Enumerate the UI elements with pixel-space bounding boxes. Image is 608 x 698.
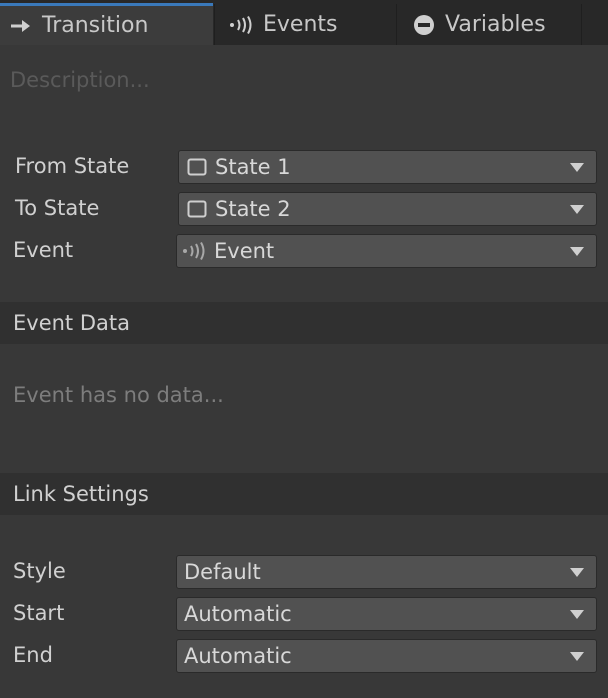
event-value: Event bbox=[214, 239, 275, 263]
start-row: Start Automatic bbox=[0, 596, 608, 632]
broadcast-icon bbox=[229, 15, 253, 34]
chevron-down-icon bbox=[570, 247, 584, 256]
tab-variables-label: Variables bbox=[445, 12, 546, 37]
chevron-down-icon bbox=[570, 652, 584, 661]
event-label: Event bbox=[13, 238, 74, 262]
end-dropdown[interactable]: Automatic bbox=[176, 639, 597, 673]
end-row: End Automatic bbox=[0, 638, 608, 674]
end-value: Automatic bbox=[184, 644, 292, 668]
broadcast-icon bbox=[182, 242, 206, 260]
style-label: Style bbox=[13, 559, 66, 583]
chevron-down-icon bbox=[570, 163, 584, 172]
to-state-label: To State bbox=[15, 196, 100, 220]
from-state-dropdown[interactable]: State 1 bbox=[178, 150, 597, 184]
style-dropdown[interactable]: Default bbox=[176, 555, 597, 589]
minus-circle-icon bbox=[413, 14, 435, 36]
chevron-down-icon bbox=[570, 205, 584, 214]
link-settings-title: Link Settings bbox=[13, 482, 149, 506]
chevron-down-icon bbox=[570, 568, 584, 577]
chevron-down-icon bbox=[570, 610, 584, 619]
event-data-title: Event Data bbox=[13, 311, 130, 335]
link-settings-header[interactable]: Link Settings bbox=[0, 473, 608, 515]
from-state-row: From State State 1 bbox=[0, 149, 608, 185]
to-state-row: To State State 2 bbox=[0, 191, 608, 227]
tab-variables[interactable]: Variables bbox=[396, 4, 582, 45]
start-dropdown[interactable]: Automatic bbox=[176, 597, 597, 631]
event-data-header[interactable]: Event Data bbox=[0, 302, 608, 344]
tab-bar: Transition Events Variables bbox=[0, 0, 608, 45]
style-row: Style Default bbox=[0, 554, 608, 590]
event-dropdown[interactable]: Event bbox=[176, 234, 597, 268]
tab-events[interactable]: Events bbox=[214, 4, 395, 45]
state-square-icon bbox=[187, 158, 207, 176]
event-row: Event Event bbox=[0, 233, 608, 269]
tab-events-label: Events bbox=[263, 12, 338, 37]
style-value: Default bbox=[184, 560, 261, 584]
to-state-dropdown[interactable]: State 2 bbox=[178, 192, 597, 226]
event-data-empty-text: Event has no data... bbox=[13, 383, 224, 407]
from-state-value: State 1 bbox=[215, 155, 291, 179]
tab-transition[interactable]: Transition bbox=[0, 3, 213, 45]
state-square-icon bbox=[187, 200, 207, 218]
arrow-right-icon bbox=[10, 18, 32, 34]
start-value: Automatic bbox=[184, 602, 292, 626]
start-label: Start bbox=[13, 601, 65, 625]
end-label: End bbox=[13, 643, 53, 667]
from-state-label: From State bbox=[15, 154, 130, 178]
tab-transition-label: Transition bbox=[42, 13, 149, 38]
to-state-value: State 2 bbox=[215, 197, 291, 221]
description-field[interactable]: Description... bbox=[10, 68, 150, 92]
